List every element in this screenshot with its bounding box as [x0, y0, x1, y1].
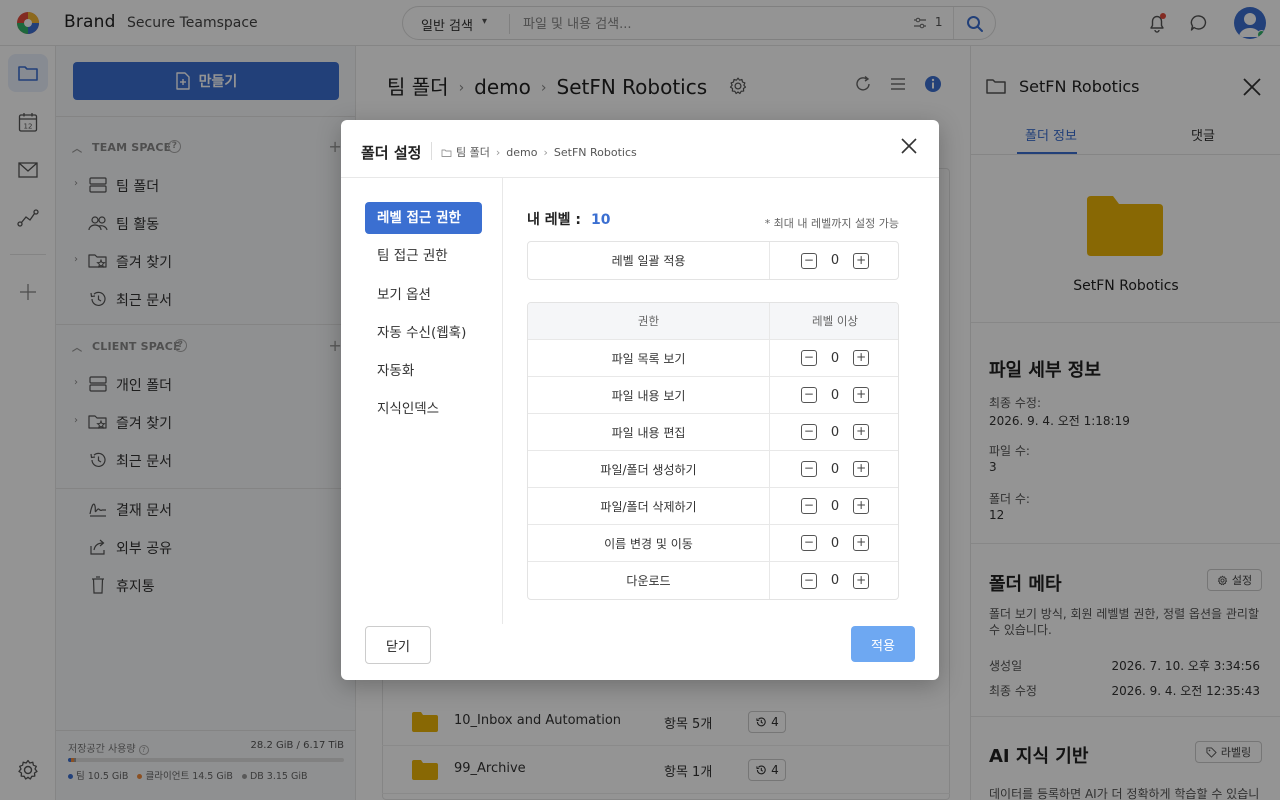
folder-icon: [441, 149, 452, 157]
my-level-label: 내 레벨 :: [527, 212, 581, 228]
level-stepper: −0 +: [770, 340, 898, 376]
minus-button[interactable]: −: [800, 350, 817, 366]
level-stepper: −0 +: [770, 525, 898, 561]
table-row: 파일/폴더 생성하기 −0 +: [528, 451, 898, 488]
permission-label: 파일/폴더 생성하기: [528, 451, 770, 487]
column-header-level: 레벨 이상: [812, 314, 858, 328]
permission-label: 이름 변경 및 이동: [528, 525, 770, 561]
folder-settings-modal: 폴더 설정 팀 폴더 › demo › SetFN Robotics 레벨 접근 권한 …: [341, 120, 939, 680]
my-level: 내 레벨 : 10: [527, 209, 610, 229]
permission-table: 권한 레벨 이상 파일 목록 보기 −0 + 파일 내용 보기 −0 + 파일 내용…: [527, 302, 899, 600]
level-value[interactable]: 0: [831, 388, 839, 403]
level-stepper: −0 +: [770, 377, 898, 413]
level-value[interactable]: 0: [831, 462, 839, 477]
breadcrumb-item: demo: [506, 146, 538, 159]
close-button[interactable]: 닫기: [365, 626, 431, 664]
table-row: 파일 내용 보기 −0 +: [528, 377, 898, 414]
menu-webhook[interactable]: 자동 수신(웹훅): [365, 317, 482, 349]
minus-button[interactable]: −: [800, 461, 817, 477]
level-note: * 최대 내 레벨까지 설정 가능: [764, 217, 899, 230]
plus-button[interactable]: +: [853, 535, 870, 551]
divider: [502, 178, 503, 624]
minus-button[interactable]: −: [800, 387, 817, 403]
modal-header: 폴더 설정 팀 폴더 › demo › SetFN Robotics: [341, 120, 939, 178]
menu-team-access[interactable]: 팀 접근 권한: [365, 240, 482, 272]
my-level-value: 10: [591, 212, 611, 228]
level-stepper: −0 +: [770, 414, 898, 450]
minus-button[interactable]: −: [800, 252, 817, 269]
level-value[interactable]: 0: [831, 425, 839, 440]
level-value[interactable]: 0: [831, 536, 839, 551]
chevron-right-icon: ›: [543, 146, 548, 159]
menu-knowledge-index[interactable]: 지식인덱스: [365, 393, 482, 425]
level-stepper: −0 +: [770, 451, 898, 487]
bulk-level-label: 레벨 일괄 적용: [528, 242, 770, 279]
divider: [431, 142, 432, 160]
menu-view-options[interactable]: 보기 옵션: [365, 279, 482, 311]
level-stepper: −0 +: [770, 562, 898, 599]
menu-level-access[interactable]: 레벨 접근 권한: [365, 202, 482, 234]
column-header-permission: 권한: [528, 303, 770, 339]
table-row: 파일/폴더 삭제하기 −0 +: [528, 488, 898, 525]
plus-button[interactable]: +: [853, 424, 870, 440]
permission-label: 파일 내용 보기: [528, 377, 770, 413]
plus-button[interactable]: +: [853, 252, 870, 269]
level-value[interactable]: 0: [831, 573, 839, 588]
plus-button[interactable]: +: [853, 387, 870, 403]
permission-label: 파일/폴더 삭제하기: [528, 488, 770, 524]
bulk-level-row: 레벨 일괄 적용 − 0 +: [528, 242, 898, 279]
plus-button[interactable]: +: [853, 572, 870, 589]
level-value[interactable]: 0: [831, 253, 839, 268]
chevron-right-icon: ›: [495, 146, 501, 159]
table-row: 파일 내용 편집 −0 +: [528, 414, 898, 451]
level-value[interactable]: 0: [831, 499, 839, 514]
modal-title: 폴더 설정: [361, 144, 422, 162]
table-row: 다운로드 −0 +: [528, 562, 898, 599]
apply-button[interactable]: 적용: [851, 626, 915, 662]
breadcrumb-item: SetFN Robotics: [553, 146, 637, 159]
plus-button[interactable]: +: [853, 350, 870, 366]
plus-button[interactable]: +: [853, 461, 870, 477]
permission-label: 파일 목록 보기: [528, 340, 770, 376]
level-value[interactable]: 0: [831, 351, 839, 366]
table-row: 이름 변경 및 이동 −0 +: [528, 525, 898, 562]
minus-button[interactable]: −: [800, 535, 817, 551]
level-stepper: −0 +: [770, 488, 898, 524]
close-icon[interactable]: [899, 136, 919, 156]
breadcrumb-item: 팀 폴더: [456, 146, 490, 159]
modal-breadcrumb: 팀 폴더 › demo › SetFN Robotics: [441, 144, 637, 160]
table-header: 권한 레벨 이상: [528, 303, 898, 340]
minus-button[interactable]: −: [800, 424, 817, 440]
table-row: 파일 목록 보기 −0 +: [528, 340, 898, 377]
menu-automation[interactable]: 자동화: [365, 355, 482, 387]
permission-label: 다운로드: [528, 562, 770, 599]
level-stepper: − 0 +: [770, 242, 898, 279]
minus-button[interactable]: −: [800, 572, 817, 589]
plus-button[interactable]: +: [853, 498, 870, 514]
permission-label: 파일 내용 편집: [528, 414, 770, 450]
bulk-level-table: 레벨 일괄 적용 − 0 +: [527, 241, 899, 280]
minus-button[interactable]: −: [800, 498, 817, 514]
